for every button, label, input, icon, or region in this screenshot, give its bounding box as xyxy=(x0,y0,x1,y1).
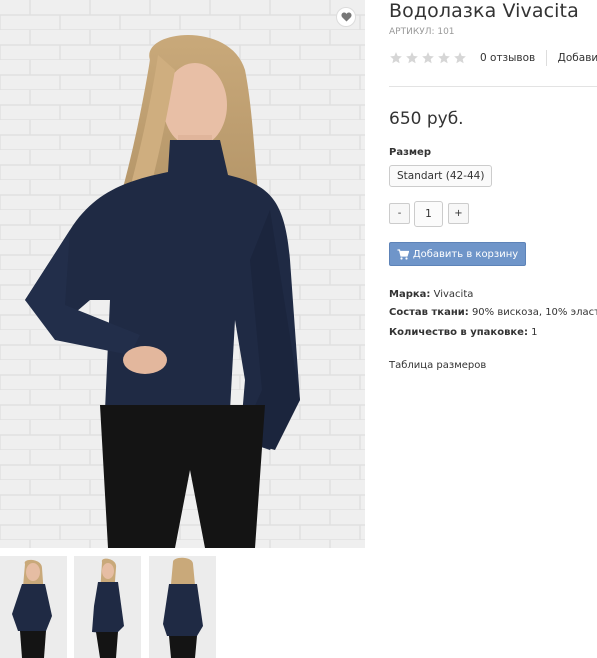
star-icon[interactable] xyxy=(405,51,419,65)
property-value: 90% вискоза, 10% эластан xyxy=(471,307,597,318)
thumbnail-1[interactable] xyxy=(0,556,67,658)
property-fabric: Состав ткани: 90% вискоза, 10% эластан xyxy=(389,307,597,318)
cart-icon xyxy=(397,248,409,260)
product-price: 650 руб. xyxy=(389,109,464,129)
thumbnail-2[interactable] xyxy=(74,556,141,658)
star-icon[interactable] xyxy=(421,51,435,65)
property-value: Vivacita xyxy=(433,289,474,300)
star-icon[interactable] xyxy=(437,51,451,65)
property-value: 1 xyxy=(531,327,538,338)
add-to-cart-button[interactable]: Добавить в корзину xyxy=(389,242,526,266)
size-label: Размер xyxy=(389,147,432,158)
product-photo xyxy=(0,0,365,548)
star-icon[interactable] xyxy=(453,51,467,65)
thumbnail-3[interactable] xyxy=(149,556,216,658)
size-option-button[interactable]: Standart (42-44) xyxy=(389,165,493,187)
product-title: Водолазка Vivacita xyxy=(389,0,579,22)
rating-stars[interactable] xyxy=(389,51,467,65)
property-label: Состав ткани: xyxy=(389,307,469,318)
star-icon[interactable] xyxy=(389,51,403,65)
quantity-input[interactable] xyxy=(414,201,443,227)
size-table-link[interactable]: Таблица размеров xyxy=(389,360,486,371)
main-product-image[interactable] xyxy=(0,0,365,548)
property-label: Количество в упаковке: xyxy=(389,327,528,338)
property-brand: Марка: Vivacita xyxy=(389,289,473,300)
quantity-minus-button[interactable]: - xyxy=(389,203,410,224)
property-pack-qty: Количество в упаковке: 1 xyxy=(389,327,538,338)
heart-icon xyxy=(340,12,352,22)
add-review-link[interactable]: Добавить отзыв xyxy=(558,52,597,64)
rating-row: 0 отзывов Добавить отзыв xyxy=(389,49,597,67)
reviews-count-link[interactable]: 0 отзывов xyxy=(480,52,535,64)
wishlist-button[interactable] xyxy=(336,7,356,27)
quantity-plus-button[interactable]: + xyxy=(448,203,469,224)
property-label: Марка: xyxy=(389,289,431,300)
add-to-cart-label: Добавить в корзину xyxy=(412,248,519,260)
divider xyxy=(389,86,597,87)
product-sku: АРТИКУЛ: 101 xyxy=(389,27,455,37)
